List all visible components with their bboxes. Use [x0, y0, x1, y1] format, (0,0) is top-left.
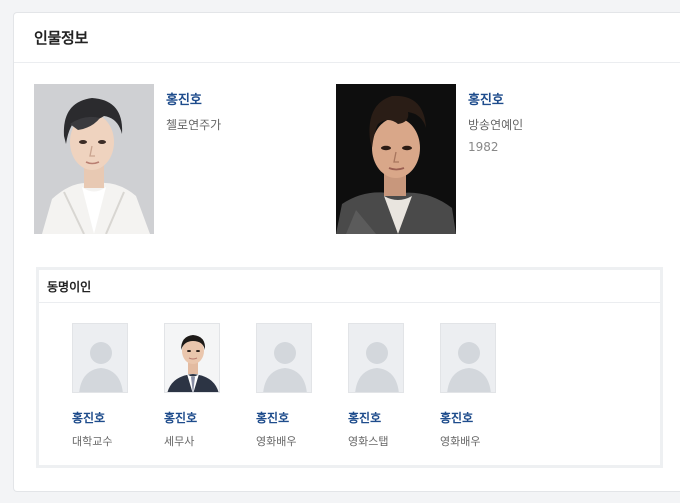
same-name-item[interactable]: 홍진호 영화배우: [440, 323, 510, 449]
same-name-item-name[interactable]: 홍진호: [164, 409, 234, 426]
same-name-item-job: 대학교수: [72, 435, 113, 448]
same-name-title: 동명이인: [47, 279, 92, 294]
same-name-item[interactable]: 홍진호 세무사: [164, 323, 234, 449]
same-name-item-name[interactable]: 홍진호: [72, 409, 142, 426]
person-name-link[interactable]: 홍진호: [166, 89, 221, 108]
default-profile-icon: [256, 323, 312, 393]
same-name-item-job: 영화스탭: [348, 435, 389, 448]
person-name-link[interactable]: 홍진호: [468, 89, 523, 108]
default-profile-icon: [348, 323, 404, 393]
tax-accountant-photo: [164, 323, 220, 393]
same-name-item[interactable]: 홍진호 영화배우: [256, 323, 326, 449]
same-name-item[interactable]: 홍진호 영화스탭: [348, 323, 418, 449]
same-name-header: 동명이인: [39, 270, 660, 303]
same-name-item-name[interactable]: 홍진호: [256, 409, 326, 426]
person-info: 홍진호 방송연예인 1982: [468, 84, 523, 234]
person-entry: 홍진호 방송연예인 1982: [336, 84, 523, 234]
default-profile-icon: [440, 323, 496, 393]
person-info-card: 인물정보 홍진호 첼로연주가 홍진호 방송연예인 1982 동명이인 홍진호 대…: [13, 12, 680, 492]
same-name-item[interactable]: 홍진호 대학교수: [72, 323, 142, 449]
same-name-item-job: 세무사: [164, 435, 195, 448]
same-name-item-job: 영화배우: [440, 435, 481, 448]
person-job: 방송연예인: [468, 118, 524, 132]
default-profile-icon: [72, 323, 128, 393]
person-birth-year: 1982: [468, 140, 499, 154]
person-info: 홍진호 첼로연주가: [166, 84, 221, 234]
person-entry: 홍진호 첼로연주가: [34, 84, 221, 234]
section-title: 인물정보: [34, 29, 89, 47]
same-name-item-name[interactable]: 홍진호: [348, 409, 418, 426]
same-name-section: 동명이인 홍진호 대학교수 홍진호 세무사 홍진호 영화배우 홍진호 영화스탭 …: [36, 267, 663, 468]
person-photo-entertainer[interactable]: [336, 84, 456, 234]
person-photo-cellist[interactable]: [34, 84, 154, 234]
same-name-item-name[interactable]: 홍진호: [440, 409, 510, 426]
same-name-item-job: 영화배우: [256, 435, 297, 448]
person-job: 첼로연주가: [166, 118, 222, 132]
card-header: 인물정보: [14, 13, 680, 63]
